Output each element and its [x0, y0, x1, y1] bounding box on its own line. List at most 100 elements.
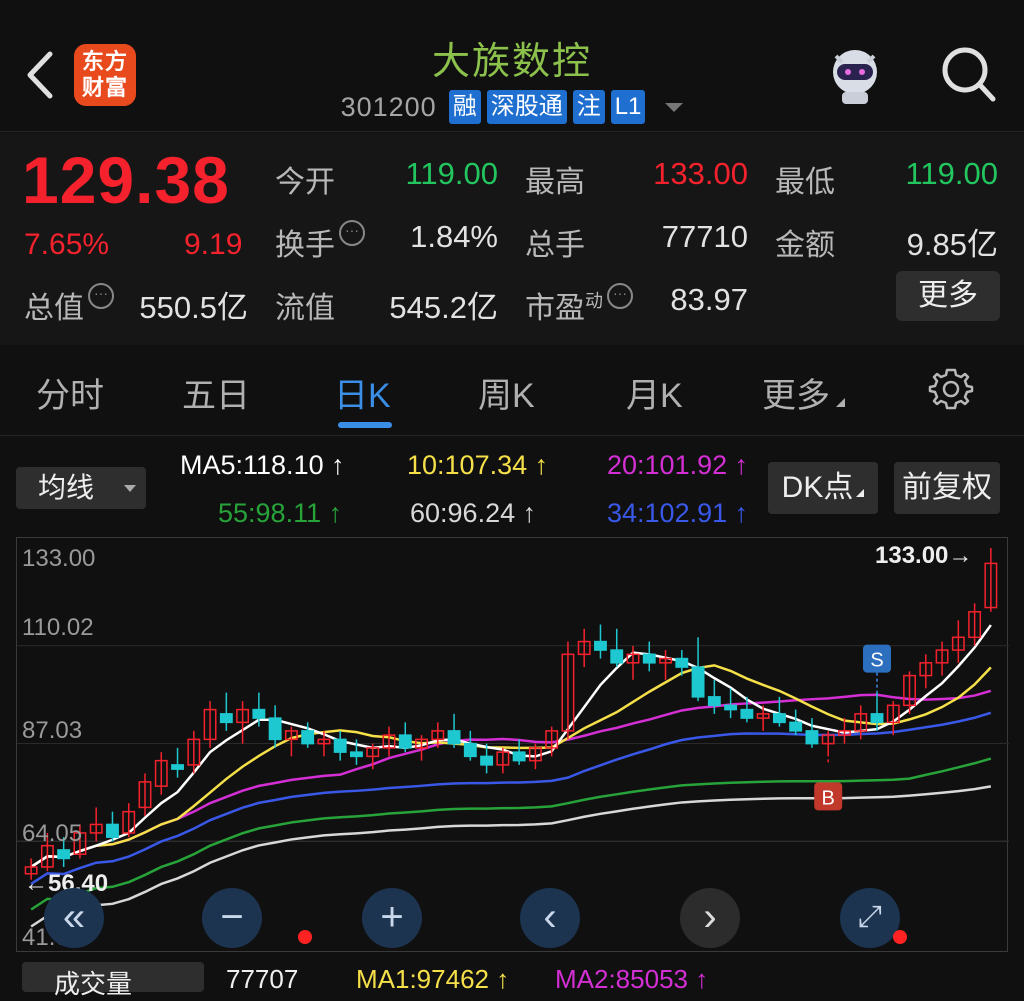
- candle-body: [463, 742, 477, 758]
- more-quote-button[interactable]: 更多: [896, 271, 1000, 321]
- tab-monthly-k[interactable]: 月K: [626, 368, 683, 417]
- plus-icon[interactable]: +: [362, 888, 422, 948]
- ma10-value: 10:107.34 ↑: [407, 450, 549, 480]
- candle-body: [57, 849, 71, 860]
- float-cap-value: 545.2亿: [389, 290, 498, 325]
- high-price-marker: 133.00→: [875, 542, 973, 569]
- candle-body: [106, 823, 119, 838]
- candle-body: [789, 721, 803, 732]
- tab-five-day[interactable]: 五日: [182, 368, 250, 417]
- signal-label: B: [822, 787, 835, 809]
- open-label: 今开: [275, 166, 335, 199]
- tag-level1: L1: [610, 90, 646, 124]
- candle-body: [480, 755, 494, 766]
- tag-registration: 注: [572, 90, 605, 124]
- pe-label: 市盈动 ···: [525, 283, 633, 327]
- candle-body: [642, 653, 656, 664]
- tag-margin: 融: [448, 90, 481, 124]
- candle-body: [675, 657, 689, 668]
- notification-dot: [298, 930, 312, 944]
- candle-body: [805, 730, 819, 745]
- double-chevron-left-icon[interactable]: «: [44, 888, 104, 948]
- high-value: 133.00: [653, 156, 748, 191]
- change-percent: 7.65%: [24, 228, 110, 261]
- minus-icon[interactable]: −: [202, 888, 262, 948]
- tag-stock-connect: 深股通: [486, 90, 567, 124]
- candle-body: [268, 717, 282, 741]
- y-tick-label: 64.05: [22, 820, 83, 847]
- change-amount: 9.19: [184, 228, 243, 261]
- ma55-value: 55:98.11 ↑: [218, 498, 343, 528]
- corner-caret-icon: [836, 398, 845, 407]
- dk-point-button[interactable]: DK点: [768, 462, 878, 514]
- candle-body: [610, 649, 624, 664]
- candle-body: [691, 666, 705, 698]
- corner-caret-icon: [856, 489, 865, 497]
- top-nav-bar: 东方 财富 大族数控 301200 融 深股通 注 L1: [0, 0, 1024, 132]
- chevron-right-icon[interactable]: ›: [680, 888, 740, 948]
- ma5-line: [30, 624, 992, 869]
- tab-daily-k[interactable]: 日K: [334, 368, 391, 417]
- candle-body: [772, 713, 786, 724]
- y-tick-label: 133.00: [22, 545, 96, 572]
- candle-body: [724, 704, 738, 711]
- turnover-label: 换手 ···: [275, 220, 365, 264]
- y-tick-label: 110.02: [22, 614, 94, 641]
- candle-body: [594, 640, 607, 651]
- info-dots-icon[interactable]: ···: [339, 220, 365, 246]
- amount-label: 金额: [775, 229, 835, 262]
- robot-assistant-icon[interactable]: [822, 42, 888, 108]
- ma20-line: [30, 689, 992, 869]
- low-label: 最低: [775, 166, 835, 199]
- float-cap-label: 流值: [275, 292, 335, 325]
- ma5-value: MA5:118.10 ↑: [180, 450, 345, 480]
- high-label: 最高: [525, 166, 585, 199]
- info-dots-icon[interactable]: ···: [88, 283, 114, 309]
- ma60-value: 60:96.24 ↑: [410, 498, 537, 528]
- amount-value: 9.85亿: [906, 227, 998, 262]
- expand-icon[interactable]: ⤢: [840, 888, 900, 948]
- volume-selector-label: 成交量: [54, 969, 133, 999]
- indicator-selector[interactable]: 均线: [16, 467, 146, 509]
- y-tick-label: 87.03: [22, 717, 83, 744]
- candle-body: [512, 751, 526, 762]
- candle-body: [447, 730, 461, 745]
- stock-code: 301200: [340, 91, 437, 122]
- candle-body: [333, 738, 347, 753]
- candle-body: [350, 751, 363, 758]
- gear-icon[interactable]: [928, 366, 974, 412]
- volume-value: 77710: [661, 219, 748, 254]
- volume-ma1: MA1:97462 ↑: [356, 964, 510, 994]
- candle-body: [171, 764, 184, 770]
- volume-label: 总手: [525, 229, 585, 262]
- candle-body: [740, 708, 754, 719]
- dropdown-caret-icon[interactable]: [665, 102, 684, 112]
- notification-dot: [893, 930, 907, 944]
- info-dots-icon[interactable]: ···: [607, 283, 633, 309]
- market-cap-value: 550.5亿: [139, 290, 248, 325]
- current-price: 129.38: [22, 143, 230, 217]
- turnover-value: 1.84%: [410, 219, 498, 254]
- volume-value: 77707: [226, 964, 299, 994]
- forward-adjust-button[interactable]: 前复权: [894, 462, 1000, 514]
- active-tab-indicator: [338, 422, 392, 428]
- market-cap-label: 总值 ···: [24, 283, 114, 327]
- ma20-value: 20:101.92 ↑: [607, 450, 749, 480]
- candle-body: [870, 713, 884, 724]
- candle-body: [219, 713, 233, 724]
- low-value: 119.00: [905, 156, 998, 191]
- signal-label: S: [870, 650, 883, 672]
- open-value: 119.00: [405, 156, 498, 191]
- tab-more[interactable]: 更多: [762, 368, 845, 417]
- chevron-left-icon[interactable]: ‹: [520, 888, 580, 948]
- search-icon[interactable]: [940, 44, 996, 104]
- tab-intraday[interactable]: 分时: [36, 368, 104, 417]
- ma55-line: [30, 757, 992, 911]
- candle-body: [252, 708, 266, 719]
- volume-ma2: MA2:85053 ↑: [555, 964, 709, 994]
- candle-body: [301, 730, 315, 745]
- tab-weekly-k[interactable]: 周K: [478, 368, 535, 417]
- candle-body: [398, 734, 412, 749]
- pe-value: 83.97: [670, 282, 748, 317]
- candle-body: [707, 696, 721, 707]
